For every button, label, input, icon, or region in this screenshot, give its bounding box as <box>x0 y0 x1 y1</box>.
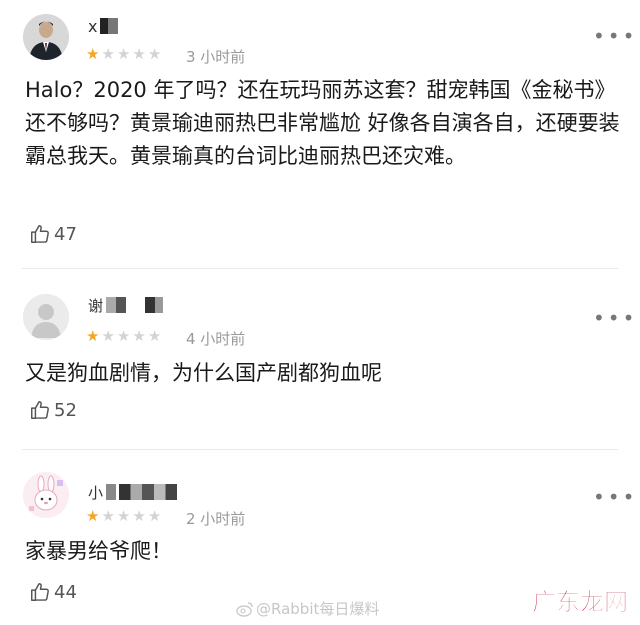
username[interactable]: 小 <box>88 483 178 502</box>
comment-time: 2 小时前 <box>186 510 246 528</box>
star-filled-icon: ★ <box>86 45 100 63</box>
star-empty-icon: ★ <box>147 327 162 345</box>
comment-time: 4 小时前 <box>186 330 246 348</box>
like-button[interactable]: 52 <box>29 399 77 421</box>
username-mosaic <box>106 297 127 313</box>
bunny-sticker-avatar-icon <box>23 472 69 518</box>
comment-text: Halo？2020 年了吗？还在玩玛丽苏这套？甜宠韩国《金秘书》还不够吗？黄景瑜… <box>25 78 620 168</box>
more-dots-icon[interactable]: ••• <box>593 308 637 328</box>
username-mosaic <box>106 484 117 500</box>
default-grey-avatar-icon <box>23 294 69 340</box>
username-mosaic <box>100 18 119 34</box>
source-watermark: @Rabbit每日爆料 <box>236 598 379 619</box>
star-empty-icon: ★ <box>101 507 115 525</box>
star-filled-icon: ★ <box>86 507 100 525</box>
comment-text: 又是狗血剧情，为什么国产剧都狗血呢 <box>25 361 382 385</box>
username-text: x <box>88 16 98 36</box>
star-empty-icon: ★ <box>147 45 162 63</box>
avatar[interactable] <box>23 294 69 340</box>
comment-item: 小 ★ ★ ★ ★ ★ 2 小时前 ••• 家暴男给爷爬！ 44 <box>0 450 640 603</box>
username[interactable]: x <box>88 16 119 36</box>
site-logo: 广东龙网 <box>532 582 636 624</box>
more-dots-icon[interactable]: ••• <box>593 26 637 46</box>
username-mosaic <box>145 297 164 313</box>
comment-item: x ★ ★ ★ ★ ★ 3 小时前 ••• Halo？2020 年了吗？还在玩玛丽苏这套… <box>0 0 640 268</box>
username-text: 小 <box>88 483 104 502</box>
like-count: 47 <box>54 223 77 245</box>
star-empty-icon: ★ <box>132 507 146 525</box>
username-text: 谢 <box>88 296 104 315</box>
star-empty-icon: ★ <box>116 327 131 345</box>
comment-text: 家暴男给爷爬！ <box>25 539 172 563</box>
site-logo-text: 广东龙网 <box>532 587 628 616</box>
star-empty-icon: ★ <box>116 507 131 525</box>
avatar[interactable] <box>23 14 69 60</box>
comment-item: 谢 ★ ★ ★ ★ ★ 4 小时前 ••• 又是狗血剧情，为什么国产剧都狗血呢 52 <box>0 269 640 449</box>
star-rating: ★ ★ ★ ★ ★ <box>86 46 161 62</box>
like-button[interactable]: 44 <box>29 581 77 603</box>
star-rating: ★ ★ ★ ★ ★ <box>86 508 161 524</box>
more-dots-icon[interactable]: ••• <box>593 487 637 507</box>
star-empty-icon: ★ <box>101 327 115 345</box>
star-empty-icon: ★ <box>132 45 146 63</box>
like-count: 44 <box>54 581 77 603</box>
like-count: 52 <box>54 399 77 421</box>
comment-time: 3 小时前 <box>186 48 246 66</box>
watermark-text: @Rabbit每日爆料 <box>256 600 380 618</box>
thumbs-up-icon <box>31 401 49 419</box>
thumbs-up-icon <box>31 225 49 243</box>
man-in-suit-avatar-icon <box>23 14 69 60</box>
star-rating: ★ ★ ★ ★ ★ <box>86 328 161 344</box>
username-mosaic <box>119 484 178 500</box>
avatar[interactable] <box>23 472 69 518</box>
like-button[interactable]: 47 <box>29 223 77 245</box>
star-empty-icon: ★ <box>132 327 146 345</box>
star-empty-icon: ★ <box>116 45 131 63</box>
weibo-icon <box>236 601 253 617</box>
username[interactable]: 谢 <box>88 296 164 315</box>
star-filled-icon: ★ <box>86 327 100 345</box>
star-empty-icon: ★ <box>101 45 115 63</box>
star-empty-icon: ★ <box>147 507 162 525</box>
thumbs-up-icon <box>31 583 49 601</box>
